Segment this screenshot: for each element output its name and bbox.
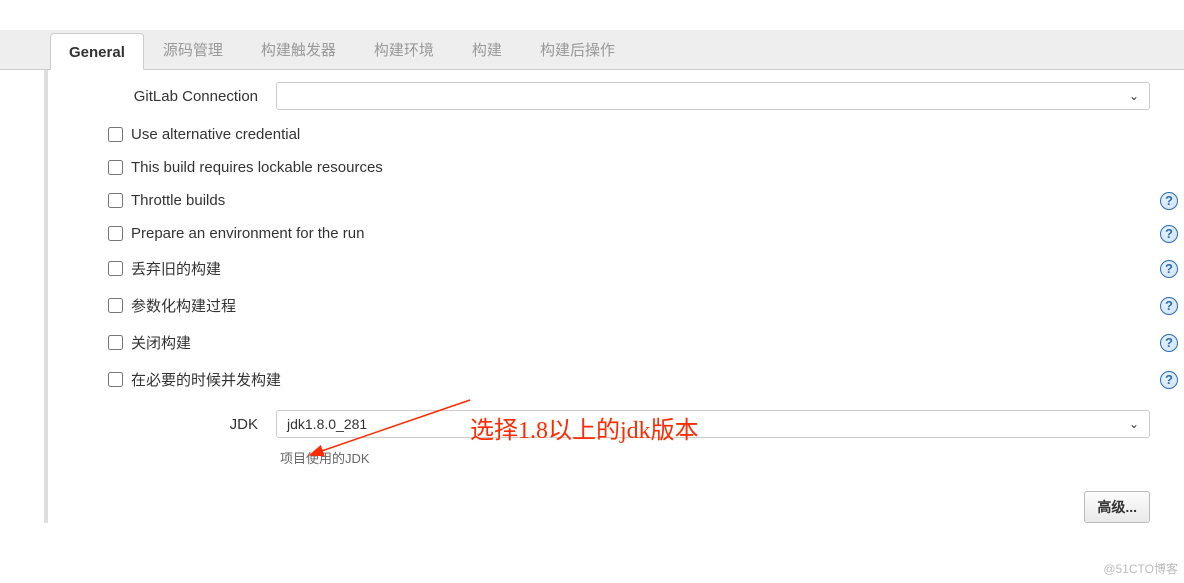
chevron-down-icon: ⌄ (1129, 89, 1139, 103)
help-icon[interactable]: ? (1160, 371, 1178, 389)
tab-general[interactable]: General (50, 33, 144, 70)
throttle-builds-label: Throttle builds (131, 192, 225, 209)
jdk-value: jdk1.8.0_281 (287, 416, 367, 432)
lockable-resources-label: This build requires lockable resources (131, 159, 383, 176)
tab-post-build[interactable]: 构建后操作 (521, 28, 634, 69)
config-tabs: General 源码管理 构建触发器 构建环境 构建 构建后操作 (0, 30, 1184, 70)
jdk-row: JDK jdk1.8.0_281 ⌄ (48, 398, 1184, 446)
disable-build-label: 关闭构建 (131, 332, 191, 353)
concurrent-build-row: 在必要的时候并发构建 ? (48, 361, 1184, 398)
parameterized-build-label: 参数化构建过程 (131, 295, 236, 316)
parameterized-build-checkbox[interactable] (108, 298, 123, 313)
prepare-env-checkbox[interactable] (108, 226, 123, 241)
gitlab-connection-row: GitLab Connection ⌄ (48, 74, 1184, 118)
concurrent-build-label: 在必要的时候并发构建 (131, 369, 281, 390)
disable-build-checkbox[interactable] (108, 335, 123, 350)
prepare-env-label: Prepare an environment for the run (131, 225, 364, 242)
throttle-builds-row: Throttle builds ? (48, 184, 1184, 217)
tab-triggers[interactable]: 构建触发器 (242, 28, 355, 69)
jdk-desc: 项目使用的JDK (48, 446, 1184, 467)
advanced-button[interactable]: 高级... (1084, 491, 1150, 523)
jdk-select[interactable]: jdk1.8.0_281 ⌄ (276, 410, 1150, 438)
tab-build[interactable]: 构建 (453, 28, 521, 69)
discard-old-builds-label: 丢弃旧的构建 (131, 258, 221, 279)
tab-build-env[interactable]: 构建环境 (355, 28, 453, 69)
gitlab-connection-label: GitLab Connection (108, 88, 276, 105)
help-icon[interactable]: ? (1160, 192, 1178, 210)
lockable-resources-checkbox[interactable] (108, 160, 123, 175)
discard-old-builds-row: 丢弃旧的构建 ? (48, 250, 1184, 287)
gitlab-connection-select[interactable]: ⌄ (276, 82, 1150, 110)
concurrent-build-checkbox[interactable] (108, 372, 123, 387)
chevron-down-icon: ⌄ (1129, 417, 1139, 431)
disable-build-row: 关闭构建 ? (48, 324, 1184, 361)
help-icon[interactable]: ? (1160, 225, 1178, 243)
use-alt-credential-row: Use alternative credential (48, 118, 1184, 151)
help-icon[interactable]: ? (1160, 297, 1178, 315)
jdk-label: JDK (108, 416, 276, 433)
parameterized-build-row: 参数化构建过程 ? (48, 287, 1184, 324)
watermark: @51CTO博客 (1103, 560, 1178, 577)
help-icon[interactable]: ? (1160, 260, 1178, 278)
use-alt-credential-label: Use alternative credential (131, 126, 300, 143)
tab-scm[interactable]: 源码管理 (144, 28, 242, 69)
lockable-resources-row: This build requires lockable resources (48, 151, 1184, 184)
discard-old-builds-checkbox[interactable] (108, 261, 123, 276)
use-alt-credential-checkbox[interactable] (108, 127, 123, 142)
help-icon[interactable]: ? (1160, 334, 1178, 352)
general-tab-content: GitLab Connection ⌄ Use alternative cred… (48, 70, 1184, 523)
throttle-builds-checkbox[interactable] (108, 193, 123, 208)
prepare-env-row: Prepare an environment for the run ? (48, 217, 1184, 250)
